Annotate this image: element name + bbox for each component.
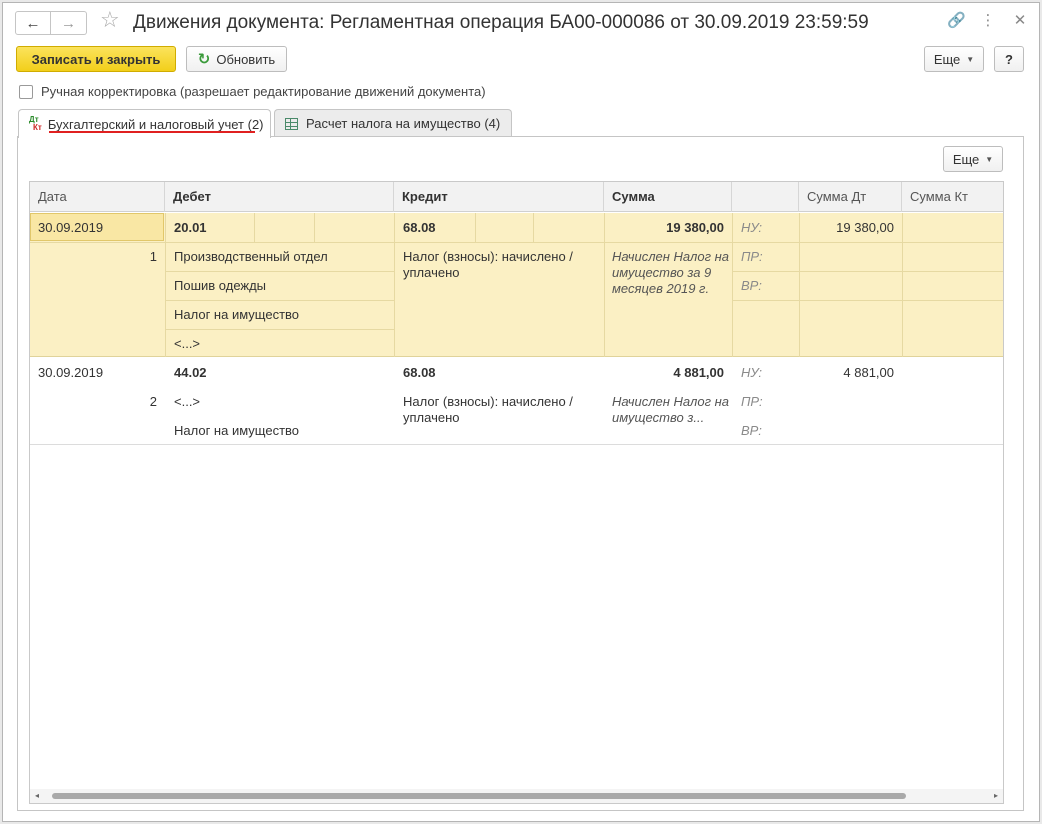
red-underline: [49, 131, 255, 133]
credit-subconto: Налог (взносы): начислено / уплачено: [403, 394, 573, 425]
label-nu: НУ:: [741, 220, 763, 235]
caret-down-icon: ▼: [985, 154, 994, 164]
link-icon[interactable]: 🔗: [947, 13, 966, 28]
tab-accounting[interactable]: Дт Кт Бухгалтерский и налоговый учет (2): [18, 109, 271, 138]
label-pr: ПР:: [741, 394, 763, 409]
col-date[interactable]: Дата: [30, 182, 165, 212]
col-debit[interactable]: Дебет: [165, 182, 394, 212]
debit-subconto-2: Пошив одежды: [174, 278, 267, 293]
favorite-star-icon[interactable]: ☆: [100, 9, 120, 31]
command-bar: Записать и закрыть ↻ Обновить Еще ▼ ?: [16, 46, 1026, 72]
back-button[interactable]: ←: [15, 11, 51, 35]
save-and-close-button[interactable]: Записать и закрыть: [16, 46, 176, 72]
tab-accounting-label: Бухгалтерский и налоговый учет (2): [47, 116, 264, 132]
more-menu-icon[interactable]: ⋮: [979, 13, 997, 28]
label-nu: НУ:: [741, 365, 763, 380]
manual-correction-checkbox[interactable]: [19, 84, 33, 99]
credit-subconto: Налог (взносы): начислено / уплачено: [403, 249, 573, 280]
table-row[interactable]: 30.09.2019 1 20.01 Производственный отде…: [30, 213, 1003, 357]
grid-more-button[interactable]: Еще ▼: [943, 146, 1003, 172]
more-button[interactable]: Еще ▼: [924, 46, 984, 72]
debit-subconto-3: Налог на имущество: [174, 307, 300, 322]
row-content: Начислен Налог на имущество з...: [612, 394, 729, 425]
table-header: Дата Дебет Кредит Сумма Сумма Дт Сумма К…: [30, 182, 1003, 212]
row-number: 1: [149, 249, 157, 264]
col-sum-dt[interactable]: Сумма Дт: [799, 182, 902, 212]
table-icon: [285, 117, 298, 130]
more-label: Еще: [933, 51, 961, 67]
manual-correction-row: Ручная корректировка (разрешает редактир…: [19, 84, 486, 99]
debit-subconto-more: <...>: [174, 336, 201, 351]
row-date: 30.09.2019: [38, 220, 104, 235]
label-vr: ВР:: [741, 278, 762, 293]
debit-account: 20.01: [174, 220, 207, 235]
debit-subconto-more: <...>: [174, 394, 201, 409]
window-title: Движения документа: Регламентная операци…: [133, 12, 869, 33]
arrow-left-icon: ←: [25, 14, 41, 32]
col-sum-kt[interactable]: Сумма Кт: [902, 182, 1003, 212]
row-sum-dt: 19 380,00: [836, 220, 894, 235]
row-sum: 19 380,00: [666, 220, 724, 235]
forward-button[interactable]: →: [51, 11, 87, 35]
debit-subconto-1: Производственный отдел: [174, 249, 328, 264]
grid-more-label: Еще: [952, 151, 980, 167]
movements-table[interactable]: Дата Дебет Кредит Сумма Сумма Дт Сумма К…: [29, 181, 1004, 804]
horizontal-scrollbar[interactable]: ◂ ▸: [30, 789, 1003, 803]
col-credit[interactable]: Кредит: [394, 182, 604, 212]
dt-kt-icon: Дт Кт: [29, 115, 42, 132]
debit-subconto-1: Налог на имущество: [174, 423, 300, 438]
tab-property-tax-label: Расчет налога на имущество (4): [306, 116, 501, 131]
credit-account: 68.08: [403, 220, 436, 235]
scroll-right-icon[interactable]: ▸: [994, 791, 998, 800]
credit-account: 68.08: [403, 365, 436, 380]
col-sum[interactable]: Сумма: [604, 182, 732, 212]
row-sum-dt: 4 881,00: [843, 365, 894, 380]
row-number: 2: [149, 394, 157, 409]
tab-panel: Еще ▼ Дата Дебет Кредит Сумма Сумма Дт С…: [17, 136, 1024, 811]
scroll-left-icon[interactable]: ◂: [35, 791, 39, 800]
manual-correction-label[interactable]: Ручная корректировка (разрешает редактир…: [41, 84, 486, 99]
caret-down-icon: ▼: [966, 54, 975, 64]
row-content: Начислен Налог на имущество за 9 месяцев…: [612, 249, 729, 296]
debit-account: 44.02: [174, 365, 207, 380]
label-pr: ПР:: [741, 249, 763, 264]
close-icon[interactable]: ✕: [1011, 13, 1029, 28]
row-sum: 4 881,00: [673, 365, 724, 380]
refresh-button[interactable]: ↻ Обновить: [186, 46, 287, 72]
document-movements-window: ← → ☆ Движения документа: Регламентная о…: [2, 2, 1040, 822]
title-bar: ← → ☆ Движения документа: Регламентная о…: [3, 3, 1039, 43]
col-accounting-type[interactable]: [732, 182, 799, 212]
table-row[interactable]: 30.09.2019 2 44.02 <...> Налог на имущес…: [30, 358, 1003, 445]
label-vr: ВР:: [741, 423, 762, 438]
scrollbar-thumb[interactable]: [52, 793, 906, 799]
row-date: 30.09.2019: [38, 365, 104, 380]
refresh-label: Обновить: [216, 51, 276, 67]
arrow-right-icon: →: [61, 14, 76, 32]
tab-property-tax[interactable]: Расчет налога на имущество (4): [274, 109, 512, 137]
refresh-icon: ↻: [197, 51, 211, 68]
help-button[interactable]: ?: [994, 46, 1024, 72]
